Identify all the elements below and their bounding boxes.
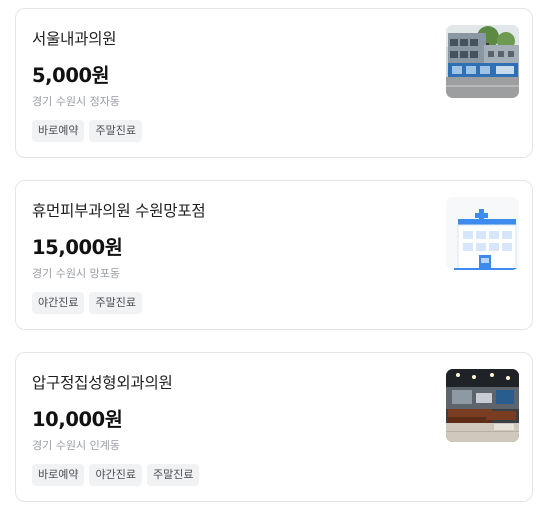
tag-badge: 바로예약: [32, 120, 85, 142]
tag-badge: 주말진료: [89, 292, 142, 314]
hospital-building-icon: [446, 197, 519, 270]
clinic-card[interactable]: 휴먼피부과의원 수원망포점 15,000원 경기 수원시 망포동 야간진료 주말…: [15, 180, 533, 330]
clinic-building-photo: [446, 25, 519, 98]
clinic-tags: 바로예약 야간진료 주말진료: [32, 464, 200, 486]
tag-badge: 바로예약: [32, 464, 85, 486]
tag-badge: 야간진료: [89, 464, 142, 486]
clinic-card[interactable]: 압구정집성형외과의원 10,000원 경기 수원시 인계동 바로예약 야간진료 …: [15, 352, 533, 502]
clinic-list: 서울내과의원 5,000원 경기 수원시 정자동 바로예약 주말진료 휴먼피부과…: [0, 0, 544, 511]
clinic-price: 10,000원: [32, 408, 123, 431]
clinic-address: 경기 수원시 망포동: [32, 267, 120, 280]
tag-badge: 야간진료: [32, 292, 85, 314]
clinic-building-photo-art: [446, 25, 519, 98]
clinic-lobby-photo: [446, 369, 519, 442]
clinic-name: 서울내과의원: [32, 30, 117, 48]
clinic-address: 경기 수원시 인계동: [32, 439, 120, 452]
tag-badge: 주말진료: [89, 120, 142, 142]
clinic-name: 압구정집성형외과의원: [32, 374, 173, 392]
clinic-address: 경기 수원시 정자동: [32, 95, 120, 108]
clinic-name: 휴먼피부과의원 수원망포점: [32, 202, 206, 220]
clinic-tags: 바로예약 주말진료: [32, 120, 142, 142]
clinic-tags: 야간진료 주말진료: [32, 292, 142, 314]
tag-badge: 주말진료: [146, 464, 200, 486]
clinic-price: 15,000원: [32, 236, 123, 259]
clinic-lobby-photo-art: [446, 369, 519, 442]
clinic-card[interactable]: 서울내과의원 5,000원 경기 수원시 정자동 바로예약 주말진료: [15, 8, 533, 158]
clinic-price: 5,000원: [32, 64, 110, 87]
hospital-building-icon-art: [446, 197, 519, 270]
